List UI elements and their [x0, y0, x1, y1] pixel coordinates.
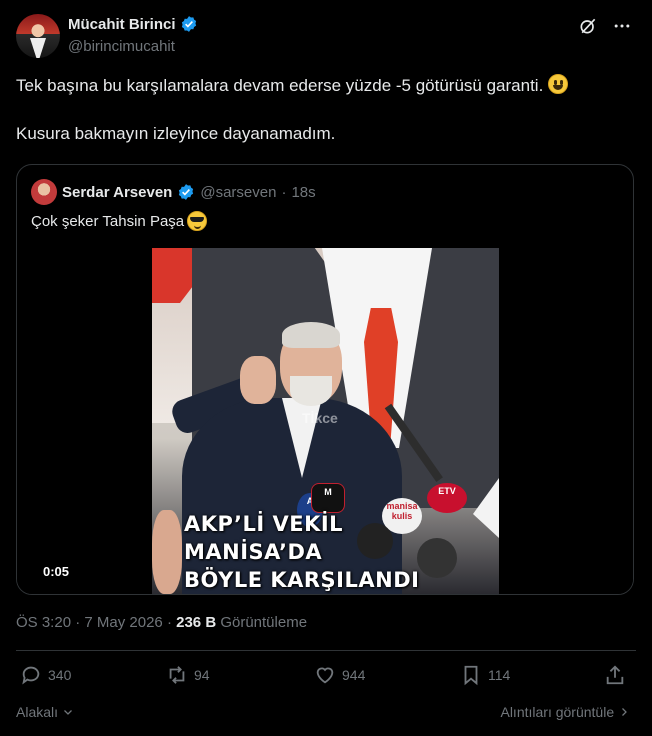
quoted-author-name[interactable]: Serdar Arseven	[62, 184, 172, 201]
bookmark-icon	[464, 665, 478, 686]
caption-line-2: MANİSA’DA	[184, 540, 323, 564]
mic: M	[311, 483, 345, 513]
mic: ETV	[427, 483, 467, 513]
mic	[417, 538, 457, 578]
sunglasses-emoji	[187, 211, 208, 231]
verified-badge-icon	[179, 184, 194, 200]
repost-icon	[169, 666, 185, 684]
bookmark-button[interactable]: 114	[460, 664, 510, 686]
quoted-author-handle[interactable]: @sarseven	[200, 184, 276, 201]
caption-line-3: BÖYLE KARŞILANDI	[184, 568, 420, 592]
video-player[interactable]: A M manisa kulis ETV Tİkce AKP’Lİ VEKİL …	[17, 248, 633, 594]
heart-icon	[316, 667, 334, 684]
man-hair	[282, 322, 340, 348]
author-handle[interactable]: @birincimucahit	[68, 38, 175, 55]
author-name[interactable]: Mücahit Birinci	[68, 16, 176, 33]
tweet-header: Mücahit Birinci @birincimucahit	[16, 14, 636, 58]
view-quotes-label: Alıntıları görüntüle	[500, 704, 615, 720]
grinning-face-emoji	[548, 74, 569, 94]
chevron-down-icon	[63, 710, 72, 715]
quoted-text-row: Çok şeker Tahsin Paşa	[31, 211, 208, 231]
video-duration: 0:05	[39, 563, 74, 580]
quoted-text: Çok şeker Tahsin Paşa	[31, 212, 185, 230]
quoted-time[interactable]: 18s	[291, 184, 315, 201]
meta-separator: ·	[75, 614, 81, 631]
tweet-meta: ÖS 3:20 · 7 May 2026 · 236 B Görüntüleme	[16, 614, 307, 631]
meta-separator: ·	[166, 614, 172, 631]
related-label: Alakalı	[16, 704, 59, 720]
man-hand	[240, 356, 276, 404]
quoted-avatar[interactable]	[31, 179, 57, 205]
video-caption: AKP’Lİ VEKİL MANİSA’DA BÖYLE KARŞILANDI	[184, 510, 419, 594]
repost-count: 94	[194, 667, 210, 683]
view-count: 236 B	[176, 614, 217, 631]
tweet-time[interactable]: ÖS 3:20	[16, 614, 71, 631]
like-button[interactable]: 944	[314, 664, 365, 686]
divider	[16, 650, 636, 651]
header-icons	[578, 16, 632, 36]
view-quotes-link[interactable]: Alıntıları görüntüle	[500, 704, 630, 720]
quoted-tweet[interactable]: Serdar Arseven @sarseven · 18s Çok şeker…	[16, 164, 634, 595]
man-beard	[290, 376, 332, 406]
like-count: 944	[342, 667, 366, 683]
views-label: Görüntüleme	[220, 614, 308, 631]
tweet-text-1: Tek başına bu karşılamalara devam ederse…	[16, 76, 544, 95]
reply-button[interactable]: 340	[20, 664, 71, 686]
verified-badge-icon	[181, 16, 196, 32]
tweet-body: Tek başına bu karşılamalara devam ederse…	[16, 74, 636, 170]
video-watermark: Tİkce	[302, 410, 338, 426]
tweet-line-1: Tek başına bu karşılamalara devam ederse…	[16, 74, 636, 98]
repost-button[interactable]: 94	[166, 664, 210, 686]
action-bar: 340 94 944 114	[16, 664, 636, 694]
author-name-row: Mücahit Birinci	[68, 15, 198, 33]
video-frame[interactable]: A M manisa kulis ETV Tİkce AKP’Lİ VEKİL …	[152, 248, 499, 594]
share-button[interactable]	[604, 664, 626, 686]
author-avatar[interactable]	[16, 14, 60, 58]
tweet-line-2: Kusura bakmayın izleyince dayanamadım.	[16, 124, 336, 143]
related-link[interactable]: Alakalı	[16, 704, 74, 720]
grok-icon[interactable]	[578, 16, 598, 36]
more-icon[interactable]	[612, 16, 632, 36]
tweet-date[interactable]: 7 May 2026	[84, 614, 162, 631]
caption-line-1: AKP’Lİ VEKİL	[184, 512, 344, 536]
chevron-right-icon	[622, 708, 627, 716]
quoted-separator: ·	[281, 183, 287, 201]
bookmark-count: 114	[488, 667, 511, 683]
share-icon	[606, 665, 624, 685]
quoted-header: Serdar Arseven @sarseven · 18s	[31, 179, 316, 205]
crowd-hand	[152, 510, 182, 594]
reply-icon	[22, 666, 40, 685]
reply-count: 340	[48, 667, 72, 683]
